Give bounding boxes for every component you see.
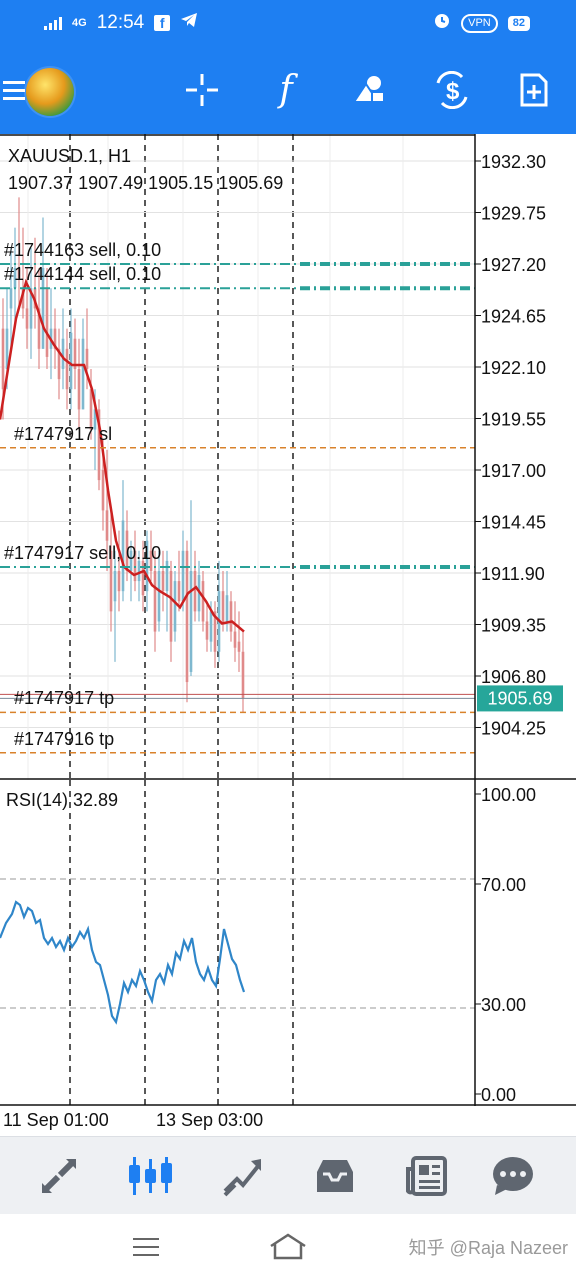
order-label: #1747917 sl	[14, 423, 113, 444]
candle-body	[241, 651, 245, 699]
rsi-panel[interactable]: 100.00 70.00 30.00 0.00 RSI(14) 32.89	[0, 780, 576, 1110]
candle-body	[185, 550, 189, 683]
bottom-navigation	[0, 1136, 576, 1215]
app-logo-icon[interactable]	[26, 68, 74, 116]
messages-icon[interactable]	[488, 1151, 538, 1201]
time-label-1: 11 Sep 01:00	[3, 1110, 109, 1130]
price-tick-label: 1932.30	[481, 152, 546, 172]
trade-icon[interactable]: $	[428, 66, 476, 114]
alarm-icon	[433, 11, 451, 35]
rsi-tick-label: 0.00	[481, 1085, 516, 1105]
recent-apps-icon[interactable]	[126, 1230, 166, 1264]
candle-body	[117, 570, 121, 592]
home-icon[interactable]	[268, 1230, 308, 1264]
candle-body	[169, 570, 173, 642]
candle-body	[77, 369, 81, 410]
status-bar-left: 4G 12:54 f	[44, 10, 198, 36]
order-label: #1747916 tp	[14, 728, 115, 749]
news-icon[interactable]	[402, 1151, 452, 1201]
order-label: #1744144 sell, 0.10	[4, 264, 162, 285]
candle-body	[101, 470, 105, 511]
time-label-2: 13 Sep 03:00	[156, 1110, 264, 1130]
candle-body	[1, 328, 5, 390]
candle-body	[233, 631, 237, 648]
candle-body	[45, 288, 49, 357]
system-navigation-bar: 知乎 @Raja Nazeer	[0, 1214, 576, 1280]
new-order-icon[interactable]	[510, 66, 558, 114]
price-tick-label: 1927.20	[481, 255, 546, 275]
svg-text:$: $	[446, 78, 460, 105]
price-tick-label: 1919.55	[481, 410, 546, 430]
trade-nav-icon[interactable]	[218, 1151, 268, 1201]
candle-body	[205, 621, 209, 640]
vpn-badge: VPN	[461, 13, 498, 33]
quotes-icon[interactable]	[34, 1151, 84, 1201]
order-label: #1744163 sell, 0.10	[4, 240, 162, 260]
order-label: #1747917 tp	[14, 688, 115, 709]
candle-body	[221, 591, 225, 624]
candle-body	[61, 338, 65, 370]
battery-icon: 82	[507, 15, 530, 31]
candle-body	[157, 570, 161, 622]
candle-body	[201, 581, 205, 622]
rsi-canvas[interactable]: 100.00 70.00 30.00 0.00	[0, 780, 576, 1106]
candle-body	[113, 570, 117, 602]
candle-body	[189, 570, 193, 672]
time-axis: 11 Sep 01:00 13 Sep 03:00	[0, 1106, 576, 1136]
candle-body	[193, 570, 197, 612]
price-tick-label: 1922.10	[481, 358, 546, 378]
candle-body	[229, 601, 233, 632]
symbol-timeframe: XAUUSD.1, H1	[8, 146, 132, 166]
price-tick-label: 1911.90	[481, 564, 545, 584]
rsi-tick-label: 100.00	[481, 785, 536, 805]
rsi-tick-label: 30.00	[481, 995, 526, 1015]
history-icon[interactable]	[310, 1151, 360, 1201]
candle-body	[85, 348, 89, 370]
current-price-badge-text: 1905.69	[487, 688, 552, 708]
price-tick-label: 1924.65	[481, 307, 546, 327]
status-bar-right: VPN 82	[433, 10, 530, 36]
price-tick-label: 1914.45	[481, 513, 546, 533]
candle-body	[25, 308, 29, 329]
candle-body	[69, 332, 73, 390]
price-tick-label: 1904.25	[481, 719, 546, 739]
signal-icon	[44, 16, 62, 30]
rsi-label: RSI(14) 32.89	[6, 790, 119, 810]
candle-body	[161, 570, 165, 592]
candle-body	[65, 348, 69, 390]
crosshair-icon[interactable]	[178, 66, 226, 114]
top-app-bar: 4G 12:54 f VPN 82 f $	[0, 0, 576, 134]
status-time: 12:54	[96, 12, 145, 33]
candle-body	[173, 581, 177, 632]
candle-body	[225, 595, 229, 622]
order-label: #1747917 sell, 0.10	[4, 542, 162, 563]
objects-icon[interactable]	[346, 66, 394, 114]
network-type: 4G	[72, 17, 87, 29]
watermark: 知乎 @Raja Nazeer	[408, 1238, 568, 1258]
candle-body	[181, 550, 185, 602]
indicators-icon[interactable]: f	[262, 66, 310, 114]
chart-icon[interactable]	[126, 1151, 176, 1201]
price-chart-canvas[interactable]: 1932.30 1929.75 1927.20 1924.65 1922.10 1919.…	[0, 134, 576, 780]
facebook-icon: f	[154, 15, 171, 31]
price-chart[interactable]: 1932.30 1929.75 1927.20 1924.65 1922.10 1919.…	[0, 134, 576, 780]
rsi-tick-label: 70.00	[481, 875, 526, 895]
price-tick-label: 1909.35	[481, 616, 546, 636]
candle-body	[177, 581, 181, 602]
candle-body	[9, 288, 13, 309]
price-tick-label: 1917.00	[481, 461, 546, 481]
price-tick-label: 1929.75	[481, 204, 546, 224]
candle-body	[237, 641, 241, 652]
telegram-icon	[180, 12, 198, 34]
candle-body	[105, 510, 109, 541]
candle-body	[209, 611, 213, 642]
ohlc-values: 1907.37 1907.49 1905.15 1905.69	[8, 173, 284, 193]
price-tick-label: 1906.80	[481, 667, 546, 687]
candle-body	[81, 338, 85, 410]
candle-body	[153, 570, 157, 632]
candle-body	[165, 560, 169, 592]
